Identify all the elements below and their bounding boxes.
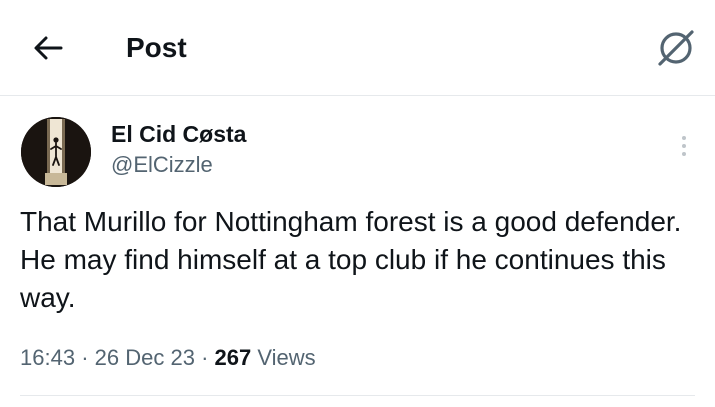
more-options-button[interactable] [670,128,698,164]
arrow-left-icon [34,36,63,60]
tweet-meta: 16:43 · 26 Dec 23 · 267 Views [20,344,316,372]
meta-separator: · [81,345,89,370]
avatar-image [21,117,91,187]
more-vertical-icon [682,136,686,140]
views-count[interactable]: 267 [215,345,252,370]
divider [20,395,695,396]
views-label[interactable]: Views [257,345,315,370]
avatar[interactable] [21,117,91,187]
tweet-text: That Murillo for Nottingham forest is a … [20,206,682,313]
meta-separator: · [201,345,209,370]
page-title: Post [126,32,187,63]
grok-button[interactable] [654,26,698,70]
author-display-name[interactable]: El Cid Cøsta [111,120,246,148]
grok-icon [658,30,694,66]
tweet[interactable]: El Cid Cøsta @ElCizzle That Murillo for … [0,96,715,407]
author-handle[interactable]: @ElCizzle [111,151,213,179]
top-bar: Post [0,0,715,96]
back-button[interactable] [30,30,66,66]
tweet-date[interactable]: 26 Dec 23 [95,345,195,370]
more-vertical-icon [682,144,686,148]
tweet-time[interactable]: 16:43 [20,345,75,370]
more-vertical-icon [682,152,686,156]
